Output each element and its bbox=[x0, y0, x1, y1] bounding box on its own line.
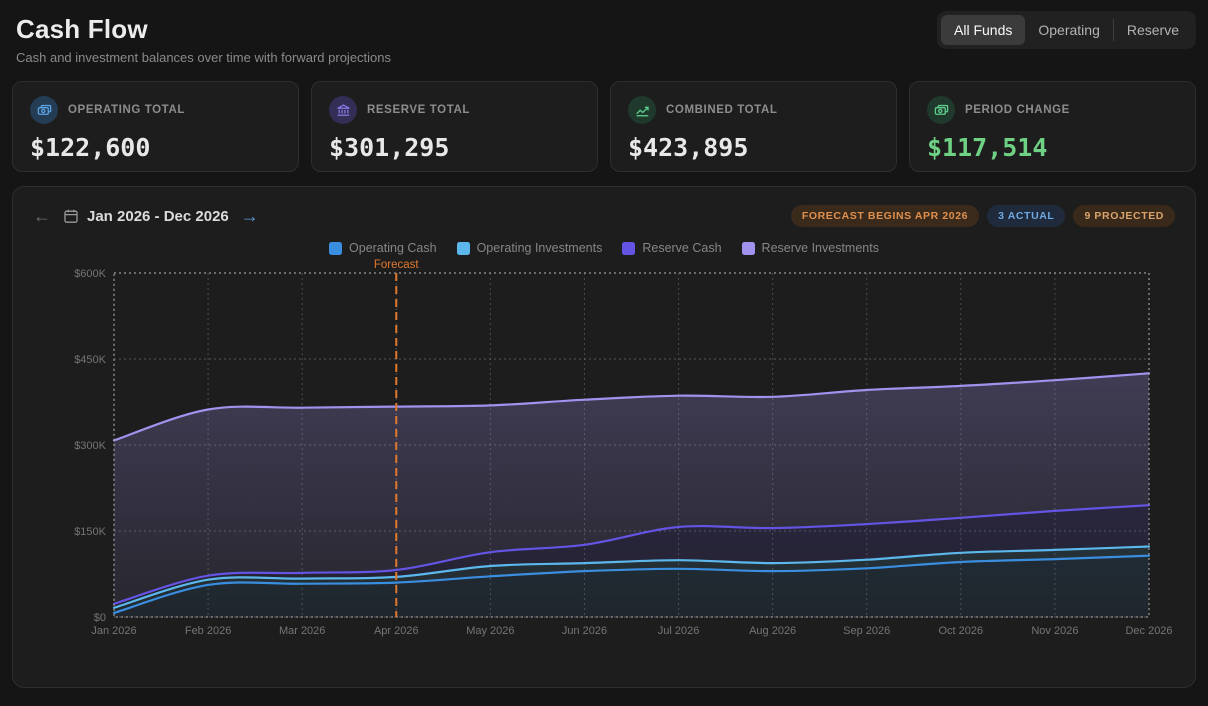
x-axis-tick-label: Feb 2026 bbox=[185, 625, 231, 637]
legend-item[interactable]: Reserve Cash bbox=[622, 241, 721, 255]
stats-row: OPERATING TOTAL $122,600 RESERVE TOTAL $… bbox=[12, 81, 1196, 172]
stat-card-combined-total: COMBINED TOTAL $423,895 bbox=[610, 81, 897, 172]
chart-area-wrap: $0 $150K $300K $450K $600K Jan 2026 Feb 2026 Ma… bbox=[13, 257, 1195, 660]
x-axis-tick-label: Jun 2026 bbox=[562, 625, 607, 637]
legend-swatch bbox=[329, 242, 342, 255]
stat-value: $117,514 bbox=[927, 133, 1178, 162]
stat-value: $301,295 bbox=[329, 133, 580, 162]
legend-label: Operating Cash bbox=[349, 241, 437, 255]
stat-label: PERIOD CHANGE bbox=[965, 104, 1070, 116]
page-header: Cash Flow Cash and investment balances o… bbox=[0, 0, 1208, 65]
legend-item[interactable]: Reserve Investments bbox=[742, 241, 879, 255]
date-range-text: Jan 2026 - Dec 2026 bbox=[87, 208, 229, 225]
x-axis-tick-label: Mar 2026 bbox=[279, 625, 325, 637]
y-axis-tick-label: $150K bbox=[74, 526, 106, 538]
chart-up-icon bbox=[628, 96, 656, 124]
bank-icon bbox=[329, 96, 357, 124]
stat-card-period-change: PERIOD CHANGE $117,514 bbox=[909, 81, 1196, 172]
chart-badges: FORECAST BEGINS APR 2026 3 ACTUAL 9 PROJ… bbox=[791, 205, 1175, 227]
x-axis-tick-label: Nov 2026 bbox=[1031, 625, 1078, 637]
page-subtitle: Cash and investment balances over time w… bbox=[16, 50, 1192, 65]
chart-panel-header: ← Jan 2026 - Dec 2026 → FORECAST BEGINS … bbox=[13, 187, 1195, 231]
forecast-begins-badge: FORECAST BEGINS APR 2026 bbox=[791, 205, 979, 227]
tab-operating[interactable]: Operating bbox=[1025, 15, 1112, 45]
legend-swatch bbox=[457, 242, 470, 255]
y-axis-tick-label: $600K bbox=[74, 268, 106, 280]
banknotes-icon bbox=[30, 96, 58, 124]
stat-card-operating-total: OPERATING TOTAL $122,600 bbox=[12, 81, 299, 172]
stat-value: $122,600 bbox=[30, 133, 281, 162]
chart-legend: Operating Cash Operating Investments Reser… bbox=[13, 241, 1195, 255]
projected-count-badge: 9 PROJECTED bbox=[1073, 205, 1175, 227]
stat-label: RESERVE TOTAL bbox=[367, 104, 470, 116]
tab-reserve[interactable]: Reserve bbox=[1114, 15, 1192, 45]
legend-swatch bbox=[742, 242, 755, 255]
x-axis-tick-label: Sep 2026 bbox=[843, 625, 890, 637]
stat-label: OPERATING TOTAL bbox=[68, 104, 185, 116]
cash-flow-stacked-area-chart[interactable]: $0 $150K $300K $450K $600K Jan 2026 Feb 2026 Ma… bbox=[13, 257, 1196, 655]
fund-filter-tabs: All Funds Operating Reserve bbox=[937, 11, 1196, 49]
next-period-arrow-icon[interactable]: → bbox=[241, 207, 259, 225]
x-axis-tick-label: Apr 2026 bbox=[374, 625, 419, 637]
legend-item[interactable]: Operating Cash bbox=[329, 241, 437, 255]
cash-flow-chart-panel: ← Jan 2026 - Dec 2026 → FORECAST BEGINS … bbox=[12, 186, 1196, 688]
x-axis-tick-label: Aug 2026 bbox=[749, 625, 796, 637]
actual-count-badge: 3 ACTUAL bbox=[987, 205, 1065, 227]
x-axis-tick-label: Dec 2026 bbox=[1125, 625, 1172, 637]
stat-card-reserve-total: RESERVE TOTAL $301,295 bbox=[311, 81, 598, 172]
tab-all-funds[interactable]: All Funds bbox=[941, 15, 1025, 45]
stat-label: COMBINED TOTAL bbox=[666, 104, 777, 116]
x-axis-tick-label: Jan 2026 bbox=[91, 625, 136, 637]
legend-swatch bbox=[622, 242, 635, 255]
calendar-icon bbox=[63, 208, 79, 224]
date-range-nav: ← Jan 2026 - Dec 2026 → bbox=[33, 207, 259, 225]
legend-label: Operating Investments bbox=[477, 241, 603, 255]
legend-item[interactable]: Operating Investments bbox=[457, 241, 603, 255]
y-axis-tick-label: $450K bbox=[74, 354, 106, 366]
banknotes-icon bbox=[927, 96, 955, 124]
prev-period-arrow-icon[interactable]: ← bbox=[33, 207, 51, 225]
legend-label: Reserve Cash bbox=[642, 241, 721, 255]
x-axis-tick-label: May 2026 bbox=[466, 625, 514, 637]
forecast-label: Forecast bbox=[374, 259, 420, 271]
stat-value: $423,895 bbox=[628, 133, 879, 162]
y-axis-tick-label: $300K bbox=[74, 440, 106, 452]
legend-label: Reserve Investments bbox=[762, 241, 879, 255]
date-range-label: Jan 2026 - Dec 2026 bbox=[63, 208, 229, 225]
y-axis-tick-label: $0 bbox=[94, 612, 106, 624]
x-axis-tick-label: Jul 2026 bbox=[658, 625, 700, 637]
x-axis-tick-label: Oct 2026 bbox=[938, 625, 983, 637]
